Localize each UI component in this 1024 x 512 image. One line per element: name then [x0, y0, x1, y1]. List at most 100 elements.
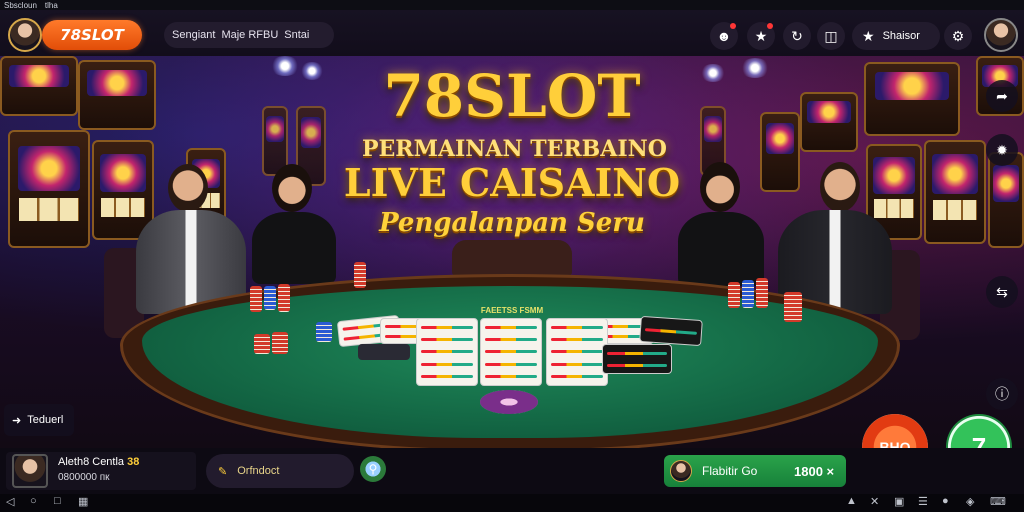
chip-stack — [264, 286, 276, 310]
search-button[interactable]: ⚲ — [360, 456, 386, 482]
nav-home-icon[interactable]: ○ — [30, 495, 37, 507]
swap-icon: ⇆ — [996, 283, 1008, 300]
profile-button[interactable]: ☻ — [710, 22, 738, 50]
chip-stack — [756, 278, 768, 308]
clock-icon: ↻ — [791, 27, 803, 44]
marquee-text-3: Sntai — [284, 29, 310, 41]
banner-line-1: PERMAINAN TERBAINO — [362, 136, 667, 162]
gear-icon: ⚙ — [951, 27, 965, 44]
system-status-bar: Sbscloun tlha — [0, 0, 1024, 10]
slot-machine — [0, 56, 78, 116]
balance-avatar — [670, 460, 692, 482]
card-tile[interactable] — [639, 315, 703, 347]
chip-stack — [354, 262, 366, 288]
layout-button[interactable]: ◫ — [817, 22, 845, 50]
shop-button[interactable]: ★ Shaisor — [852, 22, 940, 50]
card-tile[interactable] — [480, 318, 542, 386]
player-coins: 0800000 пк — [58, 472, 110, 483]
search-icon: ⚲ — [368, 462, 378, 476]
nav-window-icon[interactable]: ▣ — [894, 495, 904, 508]
slot-machine — [924, 140, 986, 244]
stage-light — [270, 56, 300, 76]
swap-button[interactable]: ⇆ — [986, 276, 1018, 308]
person-icon: ☻ — [716, 28, 732, 44]
slot-machine — [988, 152, 1024, 248]
share-icon: ➦ — [996, 87, 1008, 104]
host-avatar[interactable] — [984, 18, 1018, 52]
info-icon: ⓘ — [995, 386, 1009, 402]
player-man-left — [136, 164, 246, 314]
chip-stack — [742, 280, 754, 308]
exit-button[interactable]: ➜ Teduerl — [4, 404, 74, 436]
live-casino-scene: 78SLOT PERMAINAN TERBAINO LIVE CAISAINO … — [0, 56, 1024, 448]
marquee-text-1: Sengiant — [172, 29, 216, 41]
player-name: Aleth8 Centla — [58, 456, 125, 468]
stage-light — [300, 62, 324, 80]
user-avatar[interactable] — [8, 18, 42, 52]
marquee-text-2: Maje RFBU — [221, 29, 279, 41]
exit-label: Teduerl — [27, 414, 64, 426]
brand-logo[interactable]: 78SLOT — [42, 20, 142, 50]
info-button[interactable]: ⓘ — [986, 378, 1018, 410]
balance-amount: 1800 × — [794, 463, 835, 479]
layout-icon: ◫ — [824, 27, 838, 44]
slot-machine — [78, 60, 156, 130]
player-woman-left — [248, 164, 338, 284]
chip-stack — [278, 284, 290, 312]
chip-stack — [254, 334, 270, 354]
nav-up-icon[interactable]: ▲ — [846, 495, 857, 507]
chip-stack — [272, 332, 288, 354]
card-tile[interactable] — [602, 344, 672, 374]
player-name-row: Aleth8 Centla 38 — [58, 456, 139, 468]
nav-more-icon[interactable]: ● — [942, 495, 949, 507]
stage-light — [740, 58, 770, 78]
star-icon: ★ — [862, 27, 875, 44]
card-shoe — [358, 344, 410, 360]
network-button[interactable]: ✹ — [986, 134, 1018, 166]
slot-machine — [800, 92, 858, 152]
card-tile[interactable] — [546, 318, 608, 386]
bet-chip[interactable] — [480, 390, 538, 414]
status-right-text: tlha — [44, 0, 58, 10]
slot-machine — [8, 130, 90, 248]
nav-apps-icon[interactable]: ▦ — [78, 495, 88, 508]
table-sign: FAEETSS FSMM — [480, 306, 544, 315]
news-marquee[interactable]: Sengiant Maje RFBU Sntai — [164, 22, 334, 48]
notification-dot — [730, 23, 736, 29]
player-avatar[interactable] — [12, 454, 48, 488]
trophy-button[interactable]: ★ — [747, 22, 775, 50]
banner-brand: 78SLOT — [383, 62, 641, 130]
trophy-icon: ★ — [754, 27, 768, 44]
slot-machine — [864, 62, 960, 136]
history-button[interactable]: ↻ — [783, 22, 811, 50]
share-button[interactable]: ➦ — [986, 80, 1018, 112]
system-nav-bar: ◁ ○ □ ▦ ▲ ✕ ▣ ☰ ● ◈ ⌨ — [0, 494, 1024, 512]
nav-keyboard-icon[interactable]: ⌨ — [990, 495, 1006, 508]
chip-stack — [250, 286, 262, 312]
chat-input[interactable]: ✎ Orfndoct — [206, 454, 354, 488]
balance-bar[interactable]: Flabitir Go 1800 × — [664, 455, 846, 487]
chat-icon: ✎ — [218, 465, 228, 478]
notification-dot — [767, 23, 773, 29]
chat-placeholder: Orfndoct — [237, 465, 280, 477]
link-icon: ✹ — [996, 141, 1008, 158]
banner-line-2: LIVE CAISAINO — [343, 160, 681, 205]
settings-button[interactable]: ⚙ — [944, 22, 972, 50]
chip-stack — [784, 292, 802, 322]
stage-light — [700, 64, 726, 82]
back-icon: ➜ — [12, 414, 22, 427]
card-tile[interactable] — [416, 318, 478, 386]
player-level: 38 — [127, 456, 140, 468]
balance-label: Flabitir Go — [702, 464, 758, 478]
nav-close-icon[interactable]: ✕ — [870, 495, 879, 508]
nav-back-icon[interactable]: ◁ — [6, 495, 14, 508]
nav-menu-icon[interactable]: ☰ — [918, 495, 928, 508]
dealer-chair — [452, 240, 572, 276]
status-left-text: Sbscloun — [4, 0, 37, 10]
chip-stack — [316, 322, 332, 342]
player-woman-right — [668, 162, 768, 286]
banner-line-3: Pengalanpan Seru — [379, 208, 645, 238]
chip-stack — [728, 282, 740, 308]
shop-label: Shaisor — [882, 30, 920, 42]
nav-recents-icon[interactable]: □ — [54, 495, 61, 507]
